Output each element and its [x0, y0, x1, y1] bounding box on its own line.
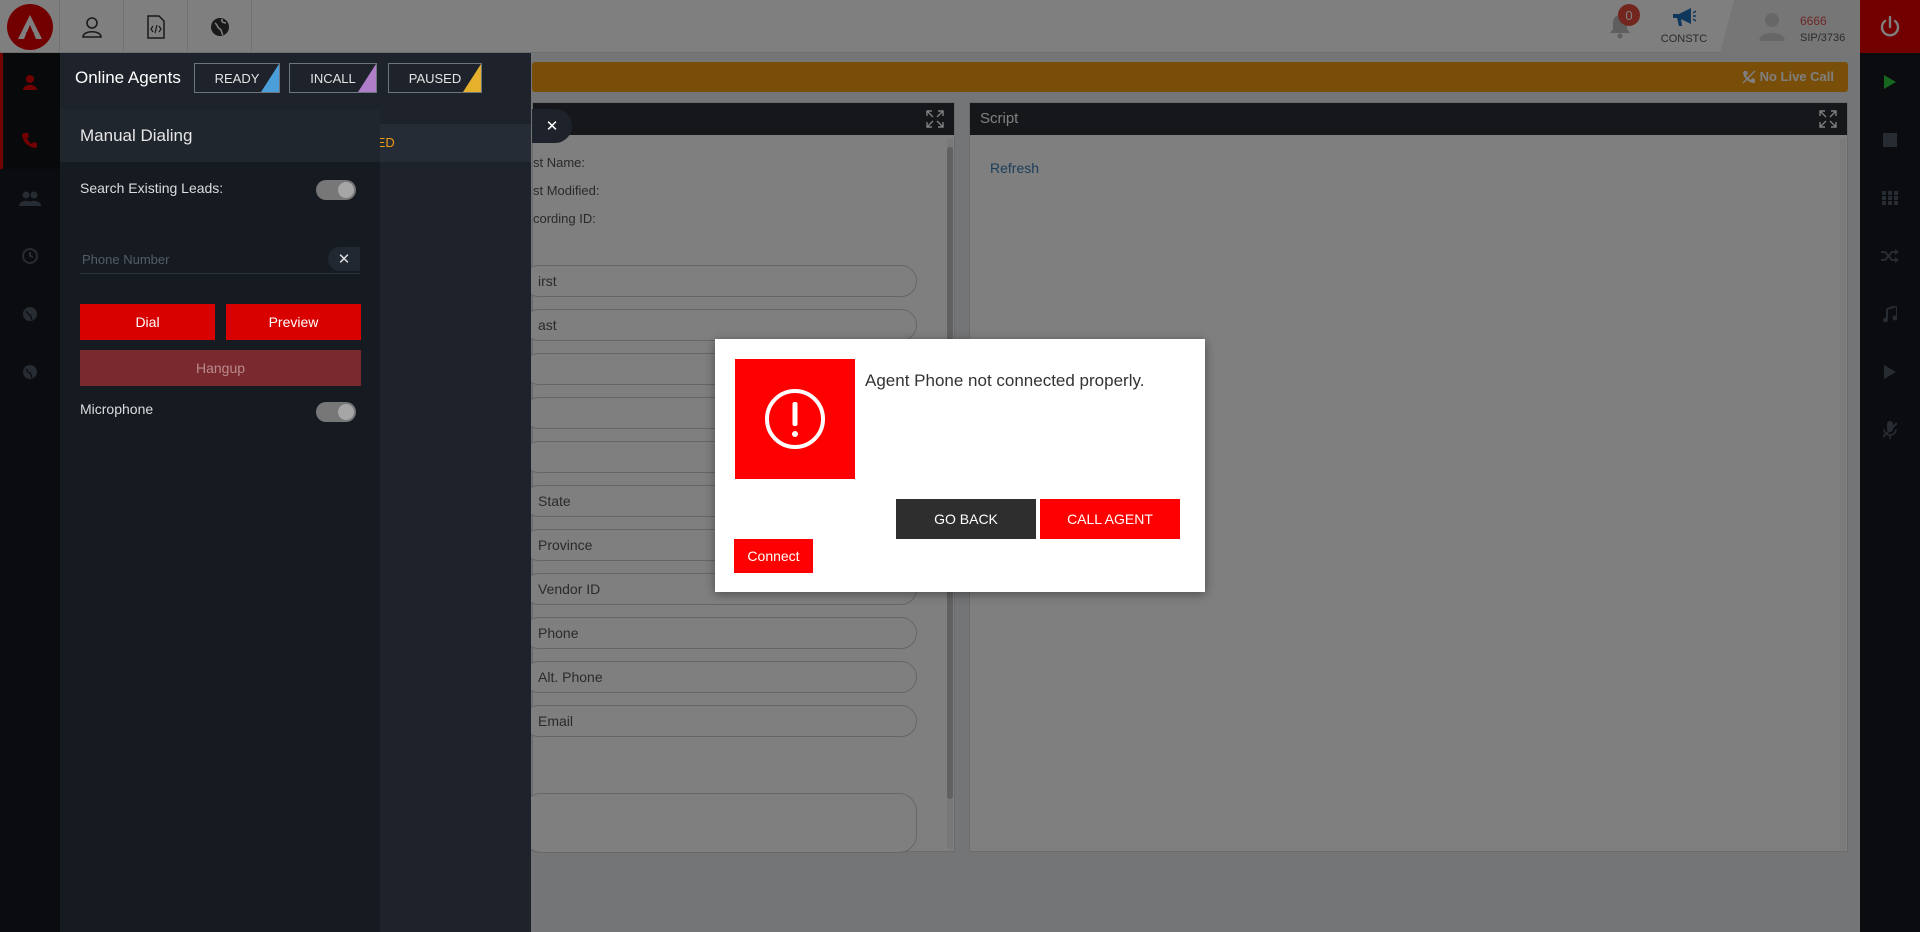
paused-agents-row: SED: [356, 124, 531, 162]
connect-button[interactable]: Connect: [734, 539, 813, 573]
search-leads-toggle[interactable]: [316, 180, 356, 200]
online-agents-title: Online Agents: [75, 68, 181, 87]
alert-icon-box: [735, 359, 855, 479]
toggle-knob: [338, 182, 354, 198]
online-agents-header: Online Agents READY INCALL PAUSED: [60, 53, 531, 107]
incall-filter-chip[interactable]: INCALL: [289, 63, 377, 93]
microphone-toggle[interactable]: [316, 402, 356, 422]
go-back-button[interactable]: GO BACK: [896, 499, 1036, 539]
close-icon: ✕: [337, 251, 351, 268]
paused-filter-chip[interactable]: PAUSED: [388, 63, 482, 93]
paused-chip-label: PAUSED: [408, 70, 462, 86]
ready-filter-chip[interactable]: READY: [194, 63, 280, 93]
microphone-label: Microphone: [80, 401, 154, 417]
alert-message: Agent Phone not connected properly.: [865, 371, 1145, 390]
phone-number-input[interactable]: Phone Number: [80, 244, 360, 274]
manual-dialing-title: Manual Dialing: [80, 126, 193, 145]
exclamation-circle-icon: [765, 389, 825, 449]
dial-button[interactable]: Dial: [80, 304, 215, 340]
search-leads-label: Search Existing Leads:: [80, 180, 224, 196]
clear-phone-button[interactable]: ✕: [328, 247, 360, 271]
manual-dialing-header: Manual Dialing: [60, 110, 380, 162]
preview-button[interactable]: Preview: [226, 304, 361, 340]
close-panel-button[interactable]: ✕: [532, 109, 572, 143]
hangup-button[interactable]: Hangup: [80, 350, 361, 386]
ready-chip-label: READY: [214, 70, 260, 86]
incall-chip-label: INCALL: [310, 70, 356, 86]
paused-chip-marker: [463, 64, 481, 92]
manual-dialing-panel: Manual Dialing Search Existing Leads: Ph…: [60, 110, 380, 932]
close-icon: ✕: [545, 118, 559, 135]
ready-chip-marker: [261, 64, 279, 92]
alert-dialog: Agent Phone not connected properly. GO B…: [715, 339, 1205, 592]
toggle-knob: [338, 404, 354, 420]
incall-chip-marker: [358, 64, 376, 92]
call-agent-button[interactable]: CALL AGENT: [1040, 499, 1180, 539]
